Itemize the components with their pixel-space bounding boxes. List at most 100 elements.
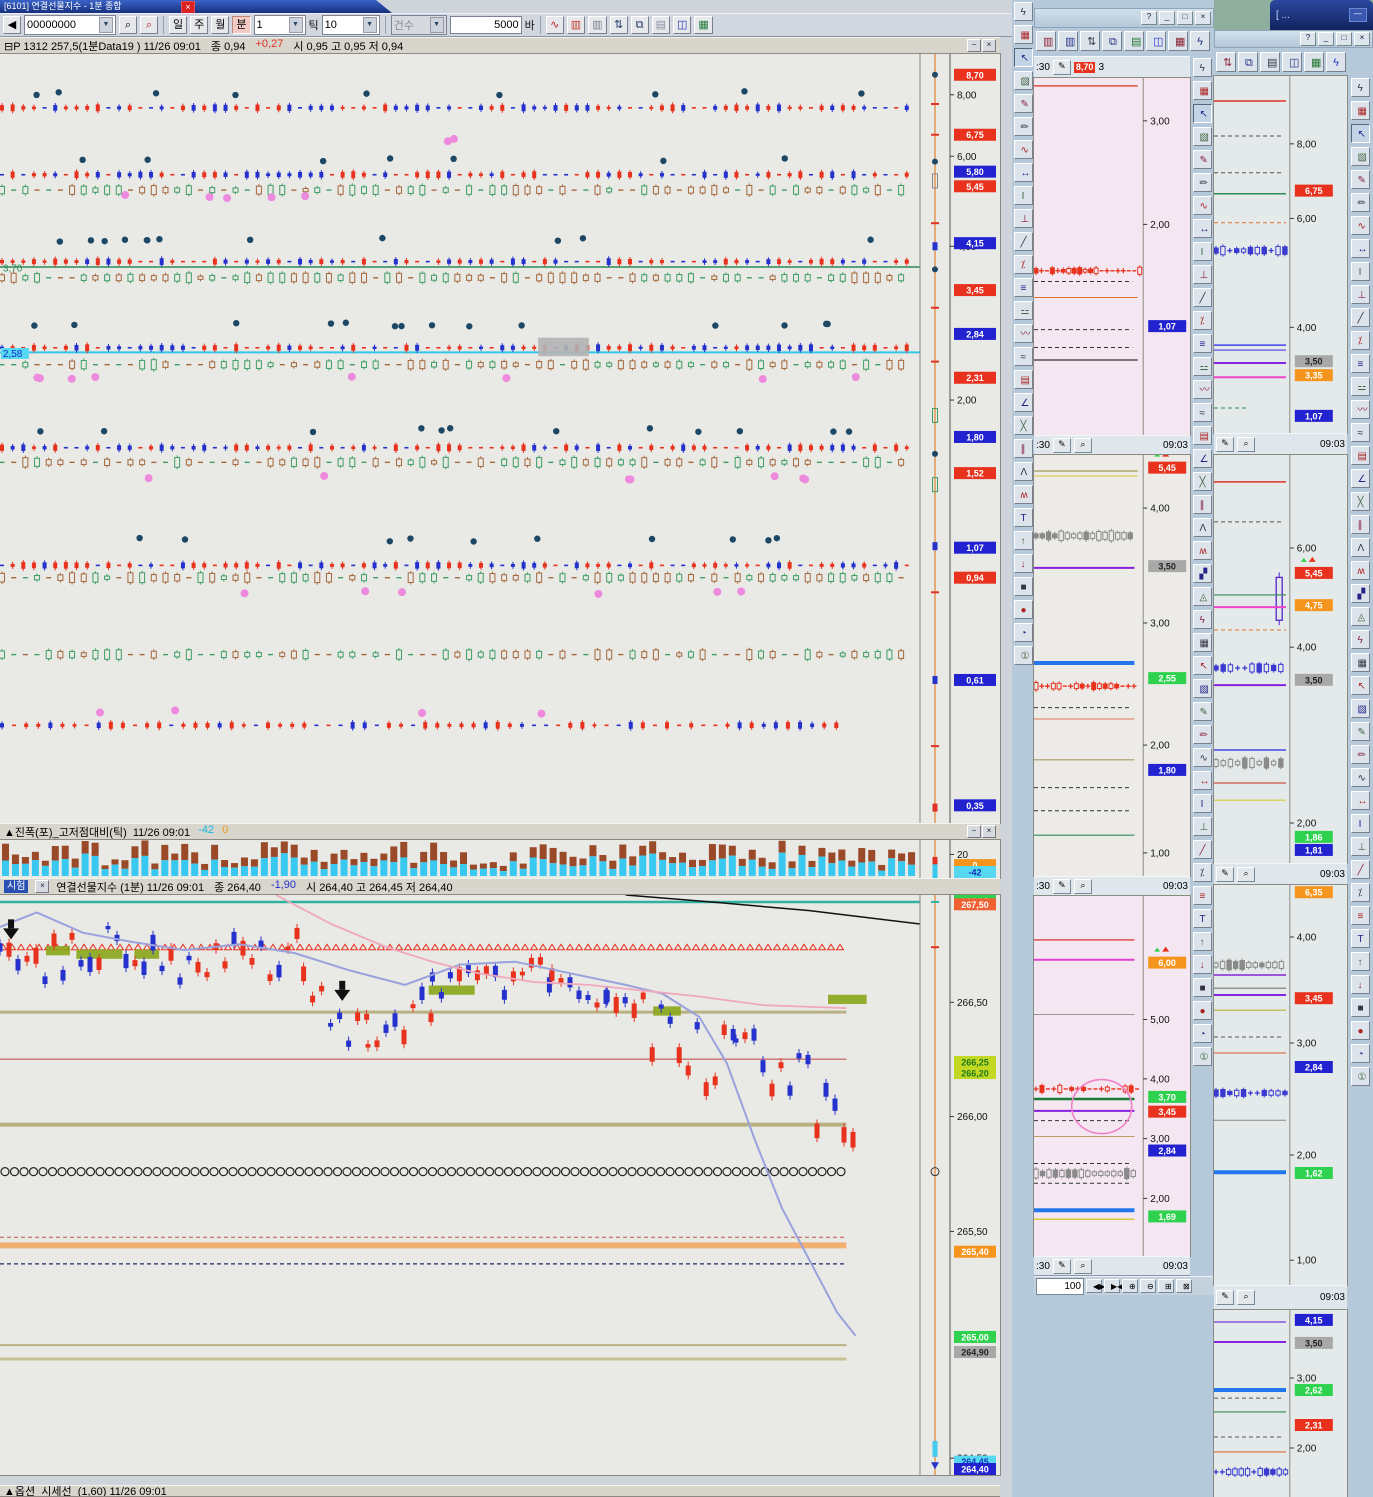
- drawing-tool-icon[interactable]: ⁒: [1351, 883, 1370, 902]
- mini-chart-a1[interactable]: 3,002,001,07: [1034, 78, 1190, 435]
- drawing-tool-icon[interactable]: Ι: [1193, 794, 1212, 813]
- drawing-tool-icon[interactable]: ↔: [1014, 163, 1033, 182]
- drawing-tool-icon[interactable]: ≡: [1351, 906, 1370, 925]
- drawing-tool-icon[interactable]: Ι: [1351, 814, 1370, 833]
- drawing-tool-icon[interactable]: Λ: [1014, 462, 1033, 481]
- zigzag-chart-icon[interactable]: ∿: [546, 16, 564, 34]
- drawing-tool-icon[interactable]: ↖: [1351, 124, 1370, 143]
- drawing-tool-icon[interactable]: ∠: [1193, 449, 1212, 468]
- strategy-chip[interactable]: 시험: [4, 880, 28, 893]
- edit-icon[interactable]: ✎: [1053, 60, 1071, 75]
- chevron-down-icon[interactable]: ▼: [430, 17, 444, 33]
- drawing-tool-icon[interactable]: ≈: [1351, 423, 1370, 442]
- search-red-icon[interactable]: ⌕: [140, 16, 158, 34]
- drawing-tool-icon[interactable]: ↖: [1014, 48, 1033, 67]
- drawing-tool-icon[interactable]: ╱: [1193, 840, 1212, 859]
- help-button[interactable]: ?: [1141, 11, 1157, 25]
- options-overlay-chart[interactable]: 3,702,588,006,004,002,008,706,755,805,45…: [0, 54, 1000, 823]
- drawing-tool-icon[interactable]: ∿: [1351, 216, 1370, 235]
- zoom-icon[interactable]: ⌕: [1074, 438, 1092, 453]
- amplitude-histogram-chart[interactable]: 200-42: [0, 840, 1000, 878]
- print-icon[interactable]: ▤: [652, 16, 670, 34]
- drawing-tool-icon[interactable]: ʍ: [1193, 541, 1212, 560]
- drawing-tool-icon[interactable]: ①: [1351, 1067, 1370, 1086]
- drawing-tool-icon[interactable]: ≡: [1193, 334, 1212, 353]
- drawing-tool-icon[interactable]: ✎: [1351, 170, 1370, 189]
- window-b-title-bar[interactable]: ? _ □ ×: [1214, 30, 1373, 48]
- scroll-left-button[interactable]: ◀: [3, 16, 21, 34]
- drawing-tool-icon[interactable]: ∿: [1193, 748, 1212, 767]
- drawing-tool-icon[interactable]: T: [1014, 508, 1033, 527]
- drawing-tool-icon[interactable]: ●: [1193, 1001, 1212, 1020]
- drawing-tool-icon[interactable]: ∠: [1351, 469, 1370, 488]
- drawing-tool-icon[interactable]: ▦: [1193, 81, 1212, 100]
- drawing-tool-icon[interactable]: ⚍: [1014, 301, 1033, 320]
- drawing-tool-icon[interactable]: ≈: [1014, 347, 1033, 366]
- drawing-tool-icon[interactable]: ϟ: [1193, 610, 1212, 629]
- drawing-tool-icon[interactable]: ✏: [1014, 117, 1033, 136]
- drawing-tool-icon[interactable]: ╱: [1351, 860, 1370, 879]
- panel-minimize-icon[interactable]: −: [967, 39, 981, 52]
- drawing-tool-icon[interactable]: ◬: [1351, 607, 1370, 626]
- drawing-tool-icon[interactable]: ↖: [1193, 656, 1212, 675]
- period-day-button[interactable]: 일: [169, 16, 187, 34]
- drawing-tool-icon[interactable]: ╱: [1014, 232, 1033, 251]
- drawing-tool-icon[interactable]: ①: [1014, 646, 1033, 665]
- drawing-tool-icon[interactable]: ▤: [1014, 370, 1033, 389]
- drawing-tool-icon[interactable]: ↑: [1193, 932, 1212, 951]
- drawing-tool-icon[interactable]: ⁒: [1193, 311, 1212, 330]
- zoom-icon[interactable]: ⌕: [1074, 879, 1092, 894]
- drawing-tool-icon[interactable]: ∥: [1351, 515, 1370, 534]
- minimize-button[interactable]: _: [1318, 32, 1334, 46]
- zoom-icon[interactable]: ⌕: [1237, 867, 1255, 882]
- drawing-tool-icon[interactable]: Ι: [1351, 262, 1370, 281]
- nav-icon[interactable]: ⊞: [1158, 1279, 1174, 1293]
- drawing-tool-icon[interactable]: ϟ: [1351, 630, 1370, 649]
- drawing-tool-icon[interactable]: ■: [1193, 978, 1212, 997]
- drawing-tool-icon[interactable]: ╳: [1014, 416, 1033, 435]
- drawing-tool-icon[interactable]: ⊥: [1193, 265, 1212, 284]
- drawing-tool-icon[interactable]: ▦: [1193, 633, 1212, 652]
- mini-chart-a2[interactable]: 4,003,002,001,005,453,502,551,80: [1034, 455, 1190, 876]
- drawing-tool-icon[interactable]: ʍ: [1014, 485, 1033, 504]
- drawing-tool-icon[interactable]: Ι: [1014, 186, 1033, 205]
- drawing-tool-icon[interactable]: ↑: [1014, 531, 1033, 550]
- drawing-tool-icon[interactable]: ✎: [1193, 702, 1212, 721]
- window-a-title-bar[interactable]: ? _ □ ×: [1034, 8, 1214, 28]
- symbol-code-combo[interactable]: 00000000 ▼: [24, 15, 116, 35]
- drawing-tool-icon[interactable]: ↓: [1193, 955, 1212, 974]
- interval-combo[interactable]: 1 ▼: [254, 15, 306, 35]
- edit-icon[interactable]: ✎: [1216, 867, 1234, 882]
- toolbar-icon[interactable]: ▥: [1058, 31, 1078, 51]
- drawing-tool-icon[interactable]: ↔: [1351, 239, 1370, 258]
- drawing-tool-icon[interactable]: ▤: [1193, 426, 1212, 445]
- edit-icon[interactable]: ✎: [1053, 438, 1071, 453]
- toolbar-icon[interactable]: ▤: [1124, 31, 1144, 51]
- toolbar-icon[interactable]: ϟ: [1326, 52, 1346, 72]
- nav-icon[interactable]: ◀▶: [1086, 1279, 1102, 1293]
- drawing-tool-icon[interactable]: ▧: [1351, 147, 1370, 166]
- period-month-button[interactable]: 월: [211, 16, 229, 34]
- drawing-tool-icon[interactable]: ✏: [1193, 725, 1212, 744]
- drawing-tool-icon[interactable]: T: [1351, 929, 1370, 948]
- sort-updown-icon[interactable]: ⇅: [610, 16, 628, 34]
- drawing-tool-icon[interactable]: ⚍: [1351, 377, 1370, 396]
- drawing-tool-icon[interactable]: ╳: [1351, 492, 1370, 511]
- drawing-tool-icon[interactable]: ↓: [1351, 975, 1370, 994]
- toolbar-icon[interactable]: ◫: [1282, 52, 1302, 72]
- chip-close-icon[interactable]: ×: [35, 880, 49, 893]
- maximize-button[interactable]: □: [1177, 11, 1193, 25]
- toolbar-icon[interactable]: ▤: [1260, 52, 1280, 72]
- drawing-tool-icon[interactable]: ✏: [1351, 745, 1370, 764]
- drawing-tool-icon[interactable]: ⁒: [1014, 255, 1033, 274]
- drawing-tool-icon[interactable]: ∥: [1014, 439, 1033, 458]
- report-icon[interactable]: ◫: [673, 16, 691, 34]
- drawing-tool-icon[interactable]: ∿: [1193, 196, 1212, 215]
- mini-chart-b1[interactable]: 8,006,004,006,753,503,351,07: [1214, 76, 1347, 433]
- zoom-icon[interactable]: ⌕: [1074, 1259, 1092, 1274]
- nav-icon[interactable]: ⊕: [1122, 1279, 1138, 1293]
- maximize-button[interactable]: □: [1336, 32, 1352, 46]
- quantity-input[interactable]: [450, 16, 522, 34]
- drawing-tool-icon[interactable]: ▞: [1351, 584, 1370, 603]
- bar-count-input[interactable]: [1036, 1278, 1084, 1295]
